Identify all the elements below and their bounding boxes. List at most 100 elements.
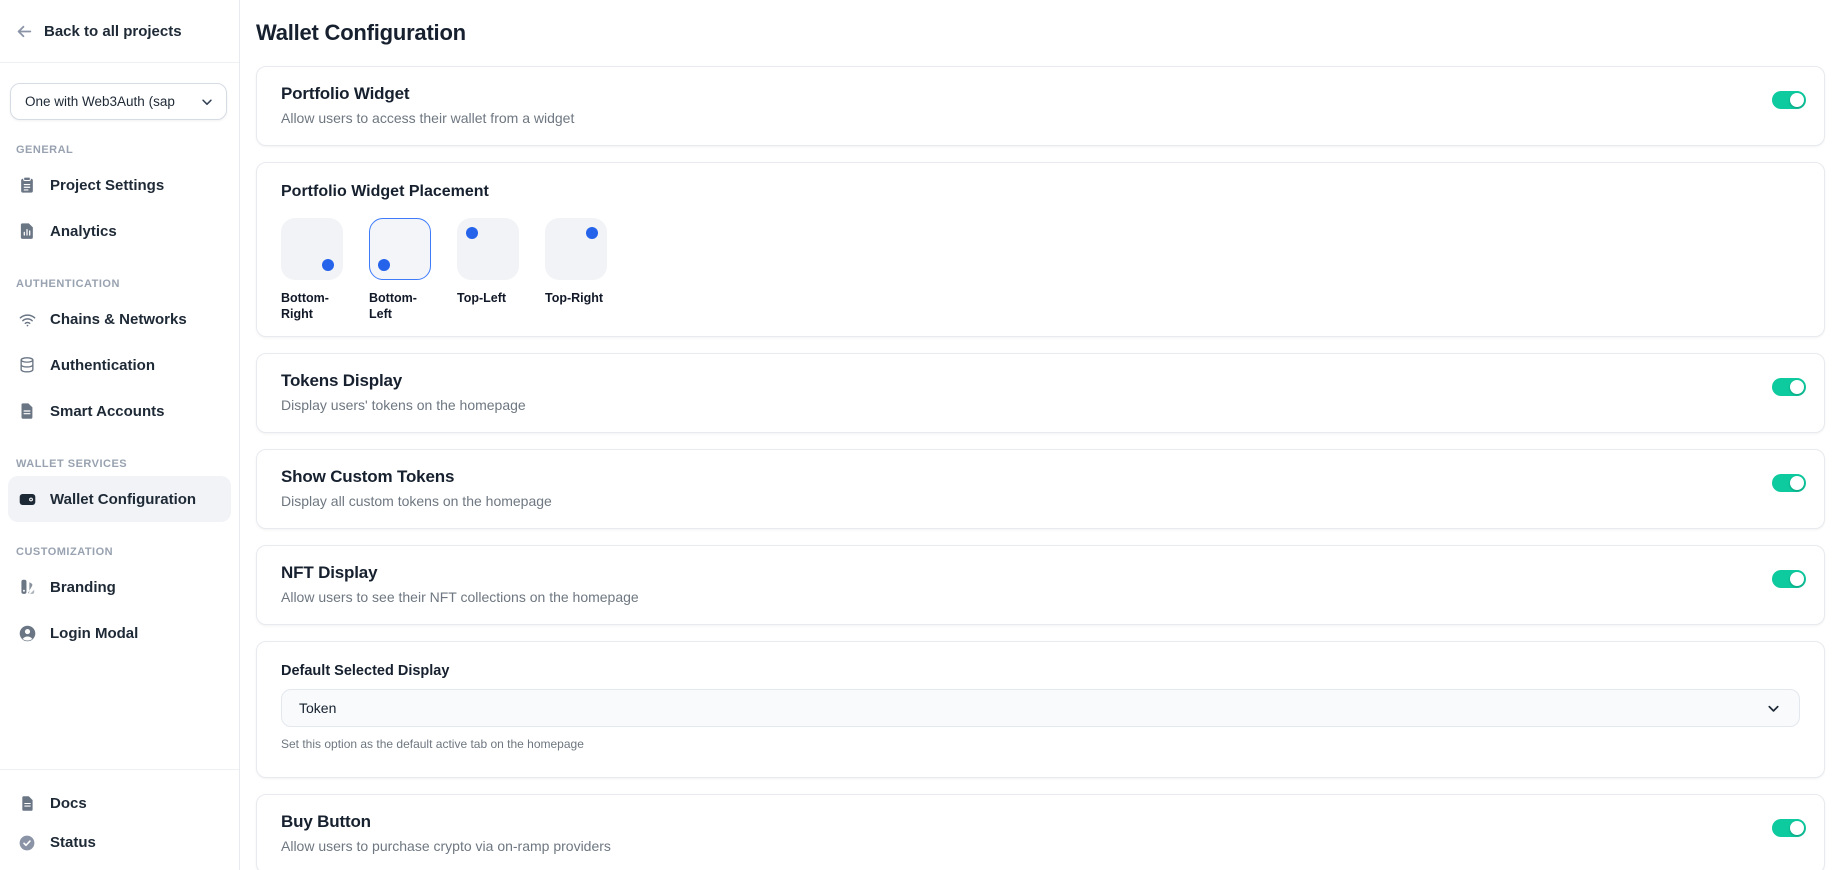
- card-show-custom-tokens: Show Custom Tokens Display all custom to…: [256, 449, 1825, 529]
- tokens-display-toggle[interactable]: [1772, 378, 1806, 396]
- sidebar-item-wallet-configuration[interactable]: Wallet Configuration: [8, 476, 231, 522]
- placement-label: Bottom-Left: [369, 291, 431, 322]
- sidebar-item-project-settings[interactable]: Project Settings: [8, 162, 231, 208]
- card-tokens-display: Tokens Display Display users' tokens on …: [256, 353, 1825, 433]
- select-value: Token: [299, 700, 336, 716]
- main-content: Wallet Configuration Portfolio Widget Al…: [240, 0, 1840, 870]
- card-title: Show Custom Tokens: [281, 467, 552, 487]
- document-icon: [17, 795, 37, 812]
- portfolio-widget-toggle[interactable]: [1772, 91, 1806, 109]
- sidebar-item-smart-accounts[interactable]: Smart Accounts: [8, 388, 231, 434]
- sidebar-item-docs[interactable]: Docs: [8, 784, 231, 823]
- toggle-knob: [1790, 476, 1804, 490]
- default-display-select[interactable]: Token: [281, 689, 1800, 727]
- sidebar-item-status[interactable]: Status: [8, 823, 231, 862]
- sidebar-spacer: [0, 656, 239, 769]
- user-circle-icon: [17, 624, 37, 643]
- back-to-projects-link[interactable]: Back to all projects: [0, 0, 239, 63]
- card-text: Show Custom Tokens Display all custom to…: [281, 467, 552, 509]
- toggle-knob: [1790, 572, 1804, 586]
- section-label-customization: CUSTOMIZATION: [16, 546, 223, 558]
- sidebar-item-analytics[interactable]: Analytics: [8, 208, 231, 254]
- sidebar-item-label: Chains & Networks: [50, 311, 187, 328]
- nft-display-toggle[interactable]: [1772, 570, 1806, 588]
- toggle-knob: [1790, 380, 1804, 394]
- sidebar-nav: GENERAL Project Settings Analytics AUTHE…: [0, 120, 239, 656]
- placement-dot: [466, 227, 478, 239]
- sidebar-item-label: Analytics: [50, 223, 117, 240]
- sidebar-footer: Docs Status: [0, 769, 239, 870]
- project-selector-value: One with Web3Auth (sap: [25, 94, 175, 109]
- card-description: Allow users to purchase crypto via on-ra…: [281, 838, 611, 854]
- card-text: Buy Button Allow users to purchase crypt…: [281, 812, 611, 854]
- placement-preview: [545, 218, 607, 280]
- card-default-selected-display: Default Selected Display Token Set this …: [256, 641, 1825, 778]
- sidebar-item-login-modal[interactable]: Login Modal: [8, 610, 231, 656]
- card-portfolio-widget: Portfolio Widget Allow users to access t…: [256, 66, 1825, 146]
- section-label-wallet-services: WALLET SERVICES: [16, 458, 223, 470]
- document-chart-icon: [17, 222, 37, 240]
- chevron-down-icon: [200, 95, 214, 109]
- sidebar-item-label: Login Modal: [50, 625, 138, 642]
- card-title: Portfolio Widget Placement: [281, 183, 1800, 201]
- sidebar-item-branding[interactable]: Branding: [8, 564, 231, 610]
- placement-dot: [586, 227, 598, 239]
- card-text: NFT Display Allow users to see their NFT…: [281, 563, 639, 605]
- placement-dot: [322, 259, 334, 271]
- card-nft-display: NFT Display Allow users to see their NFT…: [256, 545, 1825, 625]
- back-label: Back to all projects: [44, 23, 182, 40]
- card-title: Buy Button: [281, 812, 611, 832]
- card-text: Tokens Display Display users' tokens on …: [281, 371, 526, 413]
- check-circle-icon: [17, 834, 37, 852]
- placement-label: Top-Left: [457, 291, 519, 307]
- card-description: Display all custom tokens on the homepag…: [281, 493, 552, 509]
- placement-preview: [281, 218, 343, 280]
- card-description: Display users' tokens on the homepage: [281, 397, 526, 413]
- clipboard-icon: [17, 176, 37, 194]
- placement-label: Bottom-Right: [281, 291, 343, 322]
- card-portfolio-widget-placement: Portfolio Widget Placement Bottom-Right …: [256, 162, 1825, 337]
- section-label-authentication: AUTHENTICATION: [16, 278, 223, 290]
- placement-preview: [369, 218, 431, 280]
- placement-option-top-left[interactable]: Top-Left: [457, 218, 519, 322]
- sidebar-item-label: Smart Accounts: [50, 403, 164, 420]
- chevron-down-icon: [1766, 701, 1781, 716]
- sidebar-item-authentication[interactable]: Authentication: [8, 342, 231, 388]
- show-custom-tokens-toggle[interactable]: [1772, 474, 1806, 492]
- placement-option-bottom-left[interactable]: Bottom-Left: [369, 218, 431, 322]
- sidebar-item-label: Wallet Configuration: [50, 491, 196, 508]
- card-title: Portfolio Widget: [281, 84, 574, 104]
- app-root: Back to all projects One with Web3Auth (…: [0, 0, 1840, 870]
- sidebar-item-chains-networks[interactable]: Chains & Networks: [8, 296, 231, 342]
- default-display-helper: Set this option as the default active ta…: [281, 737, 1800, 751]
- card-title: Tokens Display: [281, 371, 526, 391]
- buy-button-toggle[interactable]: [1772, 819, 1806, 837]
- wifi-icon: [17, 310, 37, 329]
- project-selector-dropdown[interactable]: One with Web3Auth (sap: [10, 83, 227, 120]
- toggle-knob: [1790, 821, 1804, 835]
- default-display-label: Default Selected Display: [281, 663, 1800, 679]
- sidebar-item-label: Status: [50, 834, 96, 851]
- card-text: Portfolio Widget Allow users to access t…: [281, 84, 574, 126]
- placement-option-bottom-right[interactable]: Bottom-Right: [281, 218, 343, 322]
- toggle-knob: [1790, 93, 1804, 107]
- placement-option-top-right[interactable]: Top-Right: [545, 218, 607, 322]
- document-icon: [17, 402, 37, 420]
- placement-options: Bottom-Right Bottom-Left Top-Left Top-Ri…: [281, 218, 1800, 322]
- card-buy-button: Buy Button Allow users to purchase crypt…: [256, 794, 1825, 870]
- sidebar-item-label: Branding: [50, 579, 116, 596]
- card-title: NFT Display: [281, 563, 639, 583]
- section-label-general: GENERAL: [16, 144, 223, 156]
- placement-dot: [378, 259, 390, 271]
- wallet-icon: [17, 490, 37, 509]
- sidebar-item-label: Docs: [50, 795, 87, 812]
- sidebar: Back to all projects One with Web3Auth (…: [0, 0, 240, 870]
- back-arrow-icon: [16, 23, 33, 40]
- card-description: Allow users to access their wallet from …: [281, 110, 574, 126]
- card-description: Allow users to see their NFT collections…: [281, 589, 639, 605]
- database-icon: [17, 356, 37, 374]
- sidebar-item-label: Project Settings: [50, 177, 164, 194]
- swatch-icon: [17, 578, 37, 596]
- placement-preview: [457, 218, 519, 280]
- sidebar-item-label: Authentication: [50, 357, 155, 374]
